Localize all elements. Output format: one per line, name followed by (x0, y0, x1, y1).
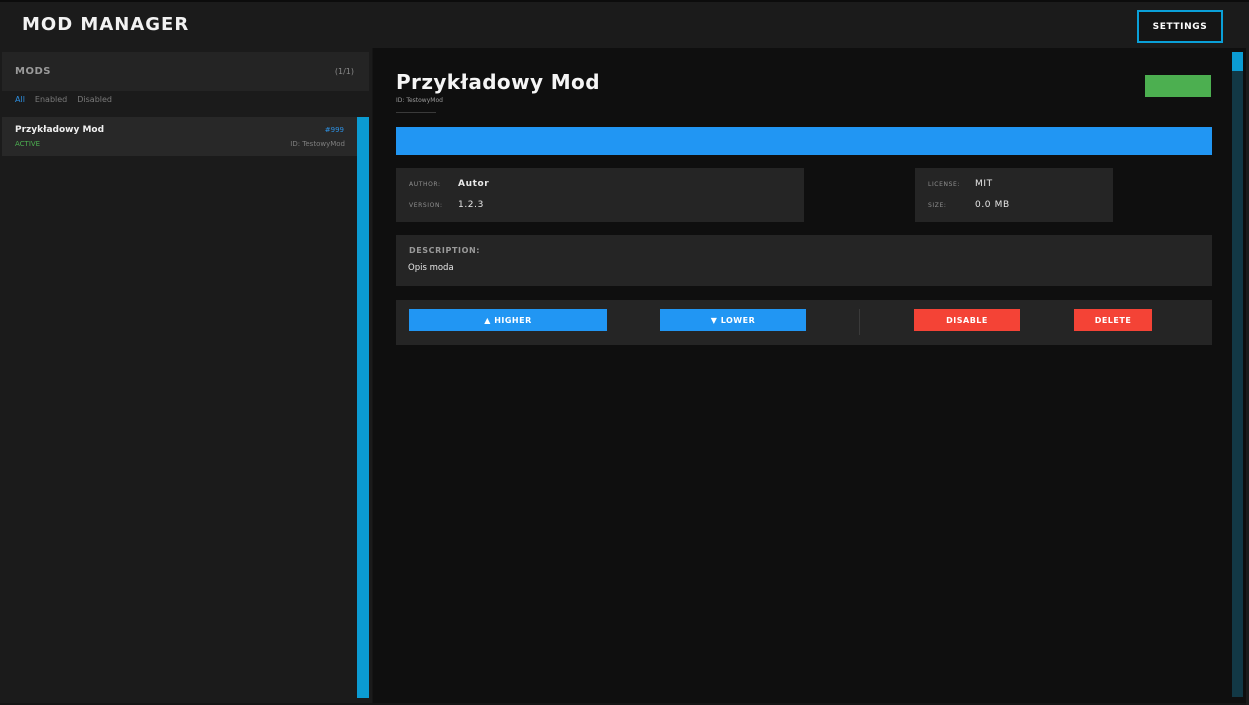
settings-button[interactable]: SETTINGS (1137, 10, 1223, 43)
mods-header: MODS (1/1) (2, 52, 369, 91)
main-scrollbar-thumb[interactable] (1232, 52, 1243, 71)
size-key: SIZE: (928, 202, 947, 209)
action-bar: ▲ HIGHER ▼ LOWER DISABLE DELETE (396, 300, 1212, 345)
filter-disabled[interactable]: Disabled (77, 95, 112, 104)
mod-item-number: #999 (324, 126, 344, 134)
meta-license-size: LICENSE: MIT SIZE: 0.0 MB (915, 168, 1113, 222)
meta-author-version: AUTHOR: Autor VERSION: 1.2.3 (396, 168, 804, 222)
mod-title: Przykładowy Mod (396, 70, 600, 94)
filter-all[interactable]: All (15, 95, 25, 104)
status-indicator (1145, 75, 1211, 97)
move-higher-button[interactable]: ▲ HIGHER (409, 309, 607, 331)
size-value: 0.0 MB (975, 200, 1010, 210)
mod-id-label: ID: TestowyMod (396, 97, 443, 104)
author-value: Autor (458, 179, 490, 189)
mod-item-status: ACTIVE (15, 140, 41, 148)
mods-title: MODS (15, 66, 51, 77)
mod-banner (396, 127, 1212, 155)
version-row: VERSION: 1.2.3 (409, 200, 484, 210)
description-label: DESCRIPTION: (409, 246, 481, 255)
filter-tabs: All Enabled Disabled (15, 95, 112, 104)
action-divider (859, 309, 860, 335)
mod-list-item[interactable]: Przykładowy Mod #999 ACTIVE ID: TestowyM… (2, 117, 357, 156)
sidebar: MODS (1/1) All Enabled Disabled Przykład… (0, 48, 372, 703)
top-bar: MOD MANAGER SETTINGS (0, 0, 1249, 48)
main-scrollbar-track[interactable] (1232, 52, 1243, 697)
description-text: Opis moda (408, 263, 454, 273)
disable-button[interactable]: DISABLE (914, 309, 1020, 331)
author-row: AUTHOR: Autor (409, 179, 489, 189)
version-key: VERSION: (409, 202, 443, 209)
mods-count: (1/1) (334, 67, 354, 76)
description-box: DESCRIPTION: Opis moda (396, 235, 1212, 286)
license-value: MIT (975, 179, 993, 189)
move-lower-button[interactable]: ▼ LOWER (660, 309, 806, 331)
license-key: LICENSE: (928, 181, 961, 188)
license-row: LICENSE: MIT (928, 179, 993, 189)
size-row: SIZE: 0.0 MB (928, 200, 1010, 210)
filter-enabled[interactable]: Enabled (35, 95, 67, 104)
delete-button[interactable]: DELETE (1074, 309, 1152, 331)
mod-detail-panel: Przykładowy Mod ID: TestowyMod AUTHOR: A… (373, 48, 1246, 703)
sidebar-scrollbar[interactable] (357, 117, 369, 698)
mod-item-id: ID: TestowyMod (290, 140, 345, 148)
version-value: 1.2.3 (458, 200, 484, 210)
title-underline (396, 112, 436, 113)
mod-item-name: Przykładowy Mod (15, 125, 105, 135)
author-key: AUTHOR: (409, 181, 441, 188)
app-title: MOD MANAGER (22, 14, 190, 35)
